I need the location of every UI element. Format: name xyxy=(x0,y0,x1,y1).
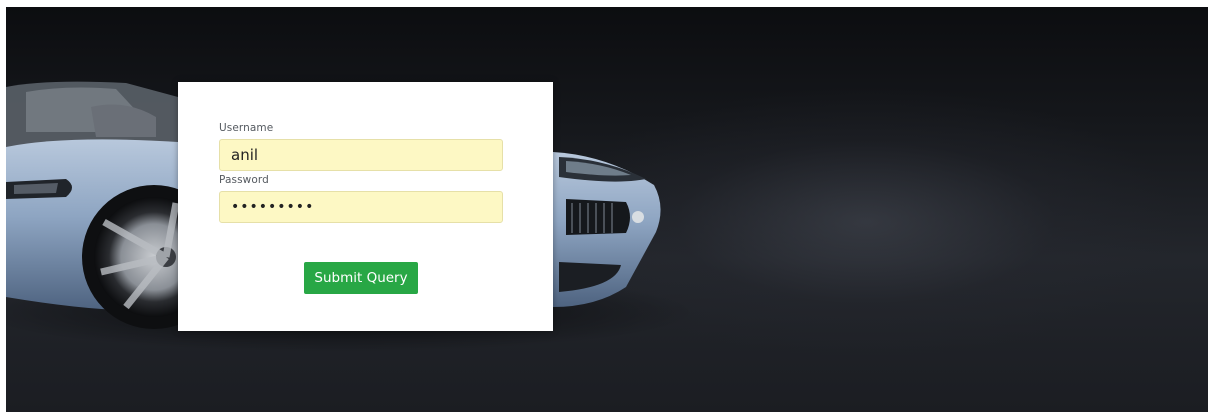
password-label: Password xyxy=(219,174,269,186)
username-input[interactable] xyxy=(219,139,503,171)
submit-button[interactable]: Submit Query xyxy=(304,262,418,294)
login-form: Username Password Submit Query xyxy=(178,82,553,331)
password-input[interactable] xyxy=(219,191,503,223)
page-background: Username Password Submit Query xyxy=(6,7,1208,412)
username-label: Username xyxy=(219,122,274,134)
